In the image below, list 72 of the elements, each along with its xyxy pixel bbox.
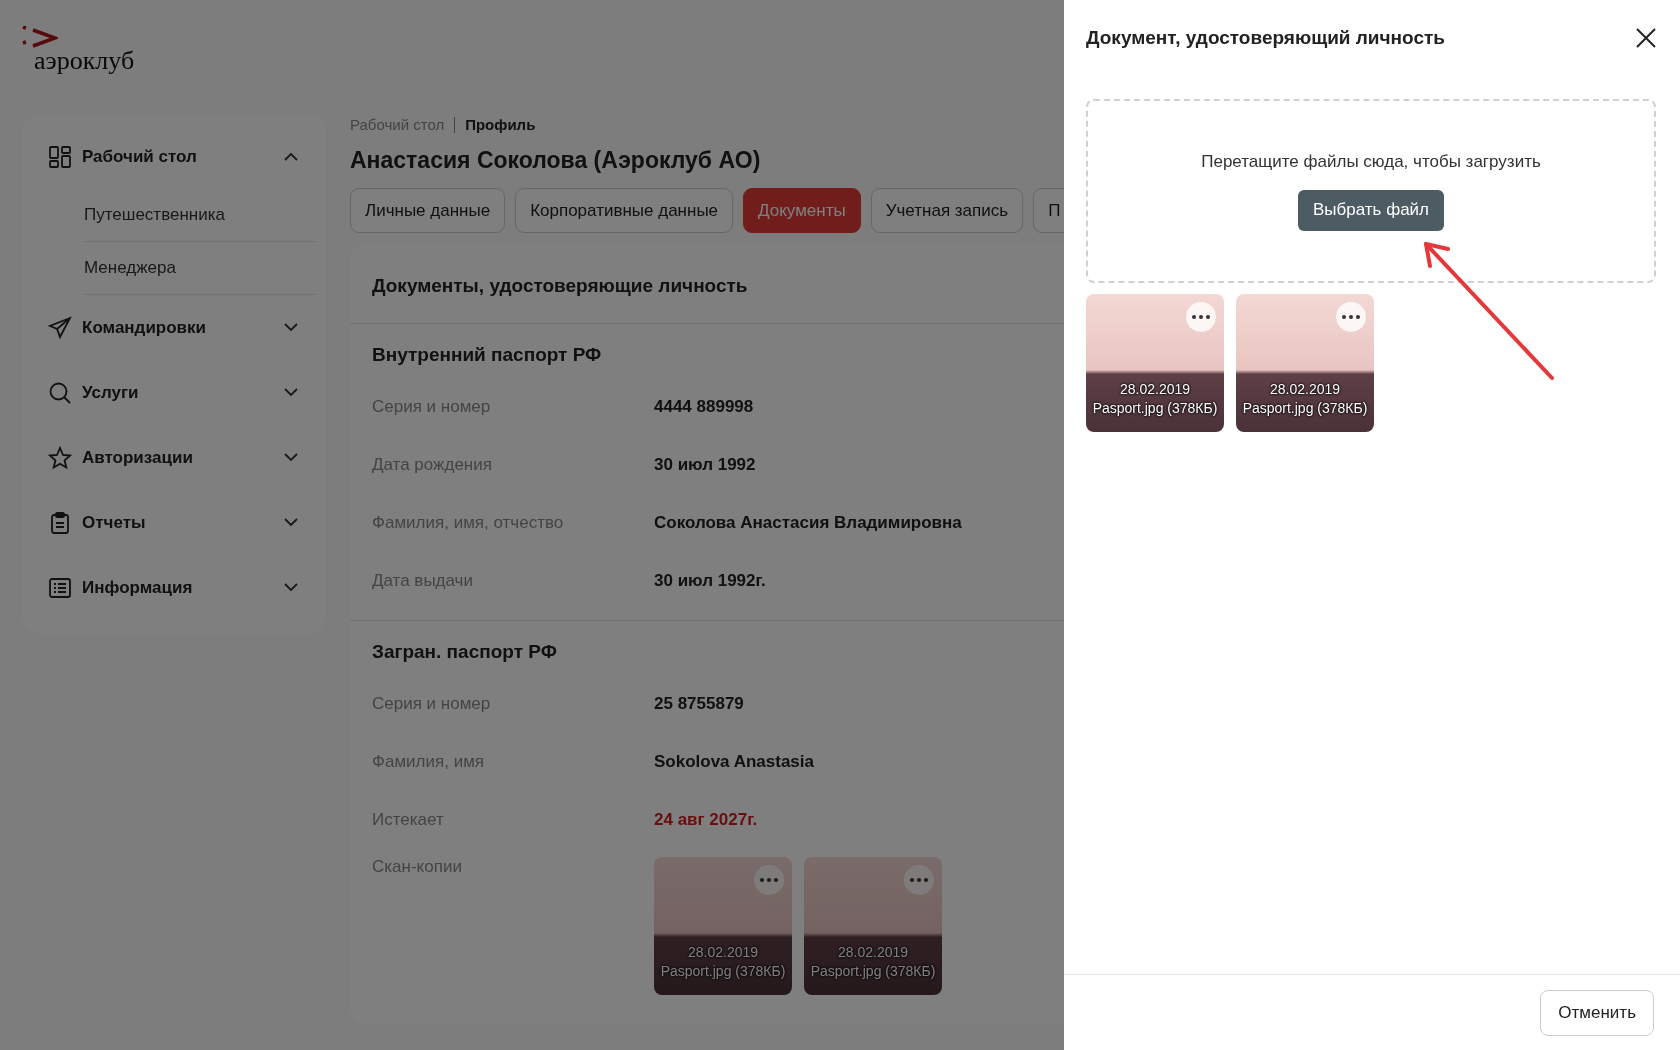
choose-file-button[interactable]: Выбрать файл: [1297, 189, 1445, 231]
more-icon: [1192, 315, 1210, 319]
breadcrumb[interactable]: Рабочий стол: [350, 116, 445, 133]
tab[interactable]: Личные данные: [350, 188, 506, 233]
field-value: 4444 889998: [654, 397, 754, 417]
field-value: Соколова Анастасия Владимировна: [654, 513, 962, 533]
field-label: Фамилия, имя, отчество: [372, 513, 565, 533]
close-icon: [1636, 27, 1656, 48]
sidebar-subitem[interactable]: Путешественника: [84, 189, 316, 242]
tab[interactable]: Документы: [743, 188, 861, 233]
section-title: Загран. паспорт РФ: [372, 641, 558, 663]
file-date: 28.02.2019: [1269, 380, 1341, 399]
section-title: Внутренний паспорт РФ: [372, 344, 603, 366]
file-date: 28.02.2019: [837, 943, 909, 962]
star-icon: [48, 445, 72, 470]
more-icon: [760, 878, 778, 882]
sidebar-subitem[interactable]: Менеджера: [84, 242, 316, 295]
paper-plane-icon: [48, 315, 72, 340]
grid-icon: [48, 144, 72, 169]
chevron-icon: [284, 152, 298, 161]
field-label: Серия и номер: [372, 397, 492, 417]
sidebar-item[interactable]: Отчеты: [22, 490, 326, 555]
file-thumbnail[interactable]: 28.02.2019 Pasport.jpg (378КБ): [1086, 294, 1224, 432]
sidebar-item[interactable]: Информация: [22, 555, 326, 620]
scan-thumbnail[interactable]: 28.02.2019 Pasport.jpg (378КБ): [654, 857, 792, 995]
field-label: Серия и номер: [372, 694, 492, 714]
clipboard-icon: [48, 510, 72, 535]
logo-text: аэроклуб: [34, 46, 135, 76]
more-icon: [1342, 315, 1360, 319]
sidebar-item[interactable]: Командировки: [22, 295, 326, 360]
cancel-button[interactable]: Отменить: [1540, 989, 1654, 1036]
more-button[interactable]: [754, 865, 784, 895]
tab[interactable]: Учетная запись: [870, 188, 1024, 233]
field-value: Sokolova Anastasia: [654, 752, 814, 772]
file-name: Pasport.jpg (378КБ): [1092, 399, 1218, 418]
file-name: Pasport.jpg (378КБ): [660, 962, 786, 981]
dropzone-text: Перетащите файлы сюда, чтобы загрузить: [1201, 151, 1541, 172]
drawer-title: Документ, удостоверяющий личность: [1086, 26, 1445, 49]
list-icon: [48, 575, 72, 600]
page-title: Анастасия Соколова (Аэроклуб АО): [350, 147, 761, 174]
chevron-icon: [284, 323, 298, 332]
more-button[interactable]: [1336, 302, 1366, 332]
field-value: 25 8755879: [654, 694, 744, 714]
scan-thumbnail[interactable]: 28.02.2019 Pasport.jpg (378КБ): [804, 857, 942, 995]
field-label: Скан-копии: [372, 857, 463, 877]
tab[interactable]: Корпоративные данные: [515, 188, 734, 233]
more-icon: [910, 878, 928, 882]
chevron-icon: [284, 388, 298, 397]
sidebar-item[interactable]: Рабочий стол: [22, 124, 326, 189]
more-button[interactable]: [1186, 302, 1216, 332]
file-name: Pasport.jpg (378КБ): [810, 962, 936, 981]
field-value: 30 июл 1992: [654, 455, 756, 475]
field-label: Истекает: [372, 810, 445, 830]
chevron-icon: [284, 518, 298, 527]
file-name: Pasport.jpg (378КБ): [1242, 399, 1368, 418]
field-value: 30 июл 1992г.: [654, 571, 766, 591]
chevron-icon: [284, 453, 298, 462]
chevron-icon: [284, 583, 298, 592]
sidebar-item[interactable]: Авторизации: [22, 425, 326, 490]
file-thumbnail[interactable]: 28.02.2019 Pasport.jpg (378КБ): [1236, 294, 1374, 432]
file-dropzone[interactable]: Перетащите файлы сюда, чтобы загрузить Выбрать файл: [1086, 99, 1656, 283]
sidebar-item[interactable]: Услуги: [22, 360, 326, 425]
field-label: Дата выдачи: [372, 571, 474, 591]
more-button[interactable]: [904, 865, 934, 895]
file-date: 28.02.2019: [687, 943, 759, 962]
close-button[interactable]: [1636, 27, 1656, 48]
field-label: Дата рождения: [372, 455, 493, 475]
breadcrumb[interactable]: Профиль: [465, 116, 536, 133]
field-label: Фамилия, имя: [372, 752, 486, 772]
search-icon: [48, 380, 72, 405]
field-value: 24 авг 2027г.: [654, 810, 758, 830]
file-date: 28.02.2019: [1119, 380, 1191, 399]
